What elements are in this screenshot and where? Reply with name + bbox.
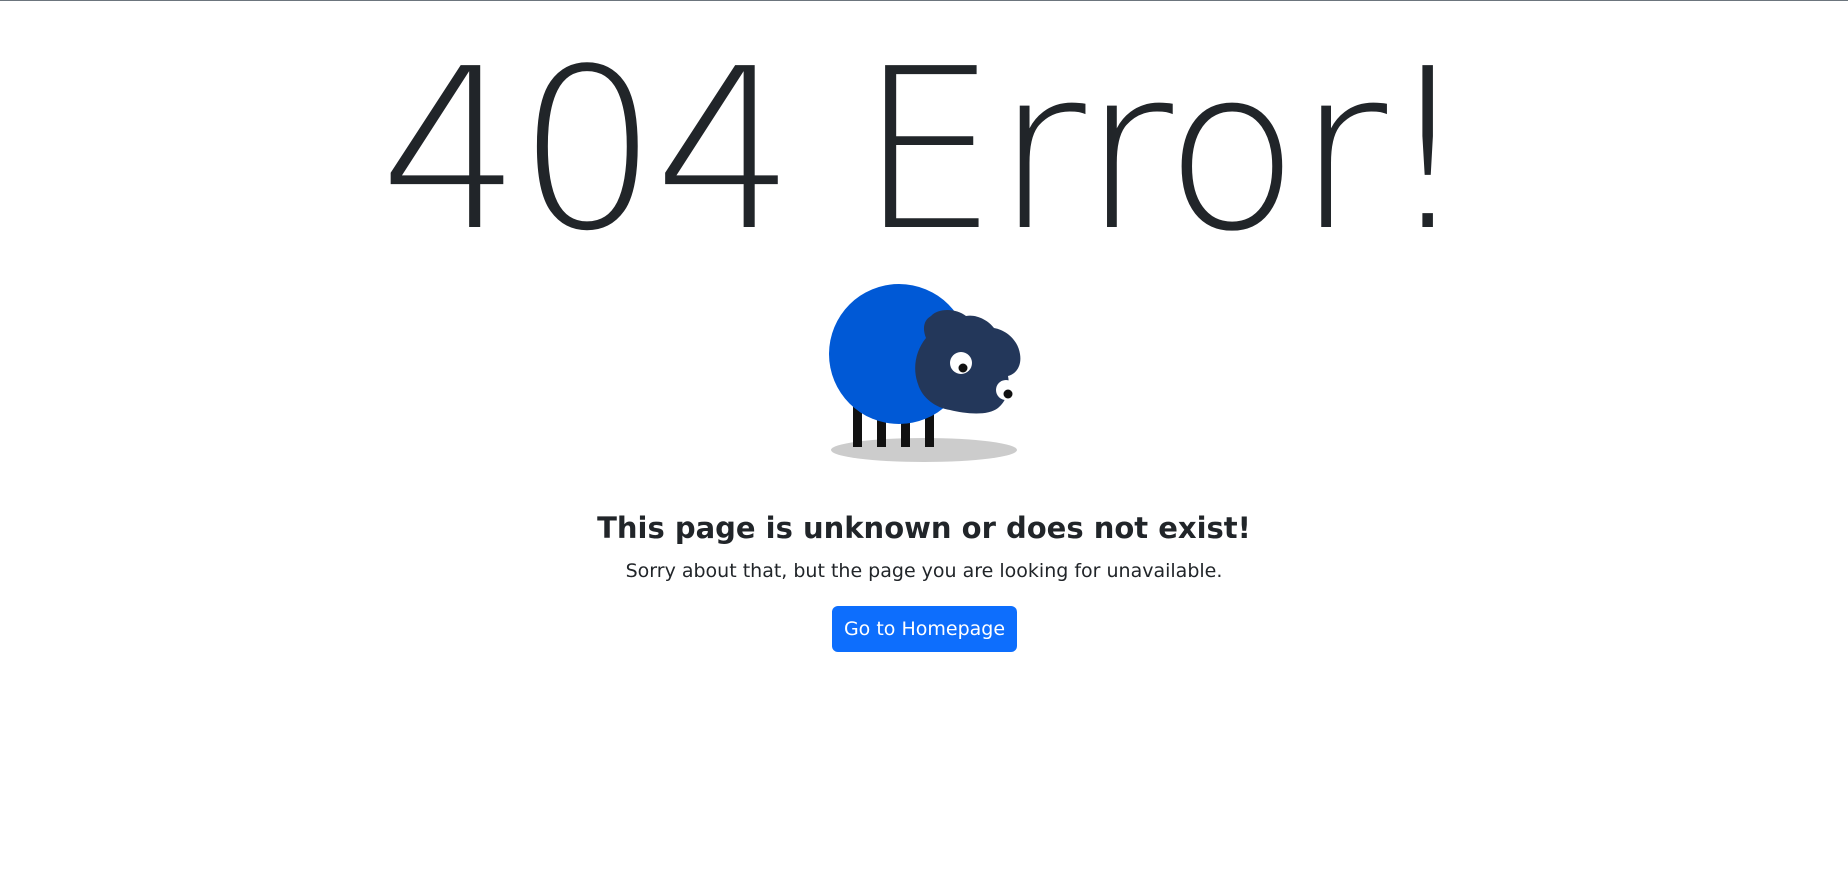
go-to-homepage-button[interactable]: Go to Homepage: [832, 606, 1017, 652]
sheep-pupil: [958, 363, 968, 373]
top-divider: [0, 0, 1848, 1]
error-title: 404 Error!: [379, 22, 1472, 280]
sheep-pupil: [1003, 389, 1013, 399]
message-subtext: Sorry about that, but the page you are l…: [625, 560, 1223, 582]
message-heading: This page is unknown or does not exist!: [597, 511, 1251, 545]
error-page: 404 Error! This page is unknown or does …: [0, 0, 1848, 890]
sheep-icon: [829, 284, 1021, 462]
